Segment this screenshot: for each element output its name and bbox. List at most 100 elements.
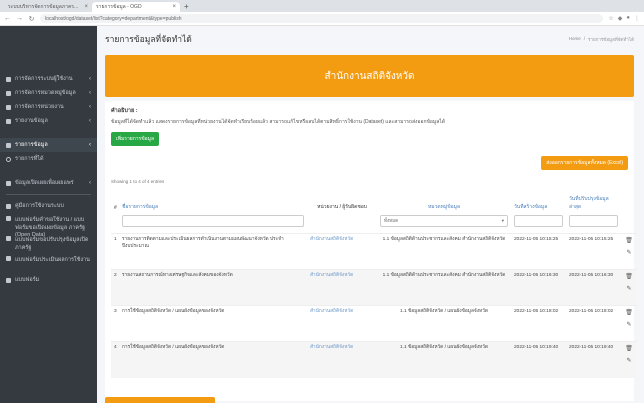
cell-name: การใช้ข้อมูลสถิติจังหวัด / แผนผังข้อมูลข… [119, 341, 307, 378]
cell-department[interactable]: สำนักงานสถิติจังหวัด [307, 341, 377, 378]
filter-cell-updated [566, 213, 621, 234]
column-header-number[interactable]: # [111, 191, 119, 213]
browser-tab-bar: ระบบบริหารจัดการข้อมูลภาคร... × รายการข้… [0, 0, 644, 12]
new-tab-button[interactable]: + [180, 2, 193, 12]
edit-icon[interactable]: ✎ [626, 321, 631, 330]
column-header-updated[interactable]: วันที่ปรับปรุงข้อมูลล่าสุด [566, 191, 621, 213]
edit-icon[interactable]: ✎ [626, 249, 631, 258]
breadcrumb-home[interactable]: Home [569, 36, 581, 43]
sidebar: การจัดการระบบผู้ใช้งาน ‹ การจัดการหมวดหม… [0, 26, 97, 403]
row-actions: 🗑 ✎ [624, 237, 634, 257]
chevron-left-icon: ‹ [89, 104, 91, 110]
close-tab-icon[interactable]: × [172, 4, 176, 10]
sidebar-item-label: ข้อมูลเปิดเผยเพื่อเผยแพร่ [15, 180, 74, 186]
description-text: ข้อมูลที่ได้จัดทำแล้ว แสดงรายการข้อมูลที… [111, 119, 446, 125]
export-excel-button[interactable]: ส่งออกรายการข้อมูลทั้งหมด (Excel) [541, 156, 628, 170]
column-header-category[interactable]: หมวดหมู่ข้อมูล [377, 191, 511, 213]
back-icon[interactable]: ← [4, 15, 11, 22]
url-input[interactable]: localhost/ogd/dataset/list?category=depa… [40, 14, 604, 23]
close-tab-icon[interactable]: × [84, 4, 88, 10]
sidebar-subitem-done[interactable]: รายการที่ได้ [0, 152, 97, 166]
filter-category-select[interactable]: ทั้งหมด ▾ [380, 215, 508, 227]
cell-category: 1.1 ข้อมูลสถิติด้านประชากรและสังคม สำนัก… [377, 269, 511, 306]
file-icon [6, 256, 11, 261]
sidebar-item-datasets[interactable]: รายการข้อมูล ‹ [0, 138, 97, 152]
bottom-accent-bar [105, 397, 215, 403]
content-header: รายการข้อมูลที่จัดทำได้ Home / รายการข้อ… [105, 32, 634, 46]
database-icon [6, 142, 11, 148]
chevron-left-icon: ‹ [89, 90, 91, 96]
chevron-left-icon: ‹ [89, 118, 91, 124]
filter-cell-department [307, 213, 377, 234]
row-actions: 🗑 ✎ [624, 309, 634, 329]
page-title: รายการข้อมูลที่จัดทำได้ [105, 34, 192, 44]
sidebar-item-label: แบบฟอร์ม [15, 277, 40, 283]
sidebar-divider [6, 194, 91, 195]
cell-number: 4 [111, 341, 119, 378]
column-header-name[interactable]: ชื่อรายการข้อมูล [119, 191, 307, 213]
sidebar-item-label: แบบฟอร์มขอปรับปรุงข้อมูลเปิด ภาครัฐ [15, 237, 89, 251]
trash-icon[interactable]: 🗑 [625, 309, 633, 318]
column-header-department[interactable]: หน่วยงาน / ผู้รับผิดชอบ [307, 191, 377, 213]
edit-icon[interactable]: ✎ [626, 357, 631, 366]
sidebar-item-users[interactable]: การจัดการระบบผู้ใช้งาน ‹ [0, 72, 97, 86]
dataset-card: คำอธิบาย : ข้อมูลที่ได้จัดทำแล้ว แสดงราย… [105, 101, 637, 401]
browser-tab[interactable]: ระบบบริหารจัดการข้อมูลภาคร... × [4, 2, 92, 12]
trash-icon[interactable]: 🗑 [625, 237, 633, 246]
banner-text: สำนักงานสถิติจังหวัด [324, 70, 415, 82]
cell-department[interactable]: สำนักงานสถิติจังหวัด [307, 269, 377, 306]
cell-department[interactable]: สำนักงานสถิติจังหวัด [307, 305, 377, 342]
table-row: 3 การใช้ข้อมูลสถิติจังหวัด / แผนผังข้อมู… [111, 305, 637, 342]
profile-icon[interactable]: ● [626, 15, 630, 22]
sidebar-item-departments[interactable]: การจัดการหน่วยงาน ‹ [0, 100, 97, 114]
sidebar-item-form[interactable]: แบบฟอร์ม [0, 273, 97, 287]
reload-icon[interactable]: ↻ [28, 15, 35, 23]
menu-icon[interactable]: ⋮ [634, 15, 640, 22]
description-heading: คำอธิบาย : [111, 108, 138, 114]
circle-icon [6, 156, 11, 162]
trash-icon[interactable]: 🗑 [625, 273, 633, 282]
edit-icon[interactable]: ✎ [626, 285, 631, 294]
filter-name-input[interactable] [122, 215, 304, 227]
cell-department[interactable]: สำนักงานสถิติจังหวัด [307, 233, 377, 270]
sidebar-item-label: แบบฟอร์มประเมินผลการใช้งาน [15, 257, 90, 263]
cell-number: 1 [111, 233, 119, 270]
cell-created: 2022-11-05 10:15:25 [511, 233, 566, 270]
cell-actions: 🗑 ✎ [621, 233, 637, 270]
extension-icon[interactable]: ◆ [618, 15, 623, 22]
sidebar-item-label: รายงานข้อมูล [15, 118, 48, 124]
column-header-created[interactable]: วันที่สร้างข้อมูล [511, 191, 566, 213]
row-actions: 🗑 ✎ [624, 273, 634, 293]
file-icon [6, 277, 11, 283]
cell-number: 2 [111, 269, 119, 306]
breadcrumb-current: รายการข้อมูลที่จัดทำได้ [588, 36, 634, 42]
building-icon [6, 104, 11, 110]
star-icon[interactable]: ☆ [608, 15, 613, 22]
browser-address-bar: ← → ↻ localhost/ogd/dataset/list?categor… [0, 12, 644, 26]
browser-tab-active[interactable]: รายการข้อมูล - OGD × [92, 2, 180, 12]
sidebar-item-form-evaluate[interactable]: แบบฟอร์มประเมินผลการใช้งาน [0, 253, 97, 273]
filter-cell-empty [621, 213, 637, 234]
sidebar-item-manual[interactable]: คู่มือการใช้งานระบบ [0, 199, 97, 213]
sidebar-item-categories[interactable]: การจัดการหมวดหมู่ข้อมูล ‹ [0, 86, 97, 100]
table-row: 4 การใช้ข้อมูลสถิติจังหวัด / แผนผังข้อมู… [111, 341, 637, 378]
filter-created-input[interactable] [514, 215, 563, 227]
trash-icon[interactable]: 🗑 [625, 345, 633, 354]
sidebar-item-form-request[interactable]: แบบฟอร์มคำขอใช้งาน / แบบฟอร์มขอเปิดเผยข้… [0, 213, 97, 238]
sidebar-item-reports[interactable]: รายงานข้อมูล ‹ [0, 114, 97, 128]
sidebar-item-form-update[interactable]: แบบฟอร์มขอปรับปรุงข้อมูลเปิด ภาครัฐ [0, 233, 97, 253]
sidebar-item-publish[interactable]: ข้อมูลเปิดเผยเพื่อเผยแพร่ ‹ [0, 176, 97, 190]
report-icon [6, 118, 11, 124]
cell-number: 3 [111, 305, 119, 342]
sidebar-item-label: การจัดการระบบผู้ใช้งาน [15, 76, 73, 82]
forward-icon[interactable]: → [16, 15, 23, 22]
sidebar-item-label: รายการที่ได้ [15, 156, 44, 162]
cell-name: รายงานสถานการณ์ทางเศรษฐกิจและสังคมของจัง… [119, 269, 307, 306]
breadcrumb-separator: / [583, 35, 586, 41]
file-icon [6, 236, 11, 241]
filter-updated-input[interactable] [569, 215, 618, 227]
cell-updated: 2022-11-05 10:18:02 [566, 305, 621, 342]
add-dataset-button[interactable]: เพิ่มรายการข้อมูล [111, 132, 160, 146]
